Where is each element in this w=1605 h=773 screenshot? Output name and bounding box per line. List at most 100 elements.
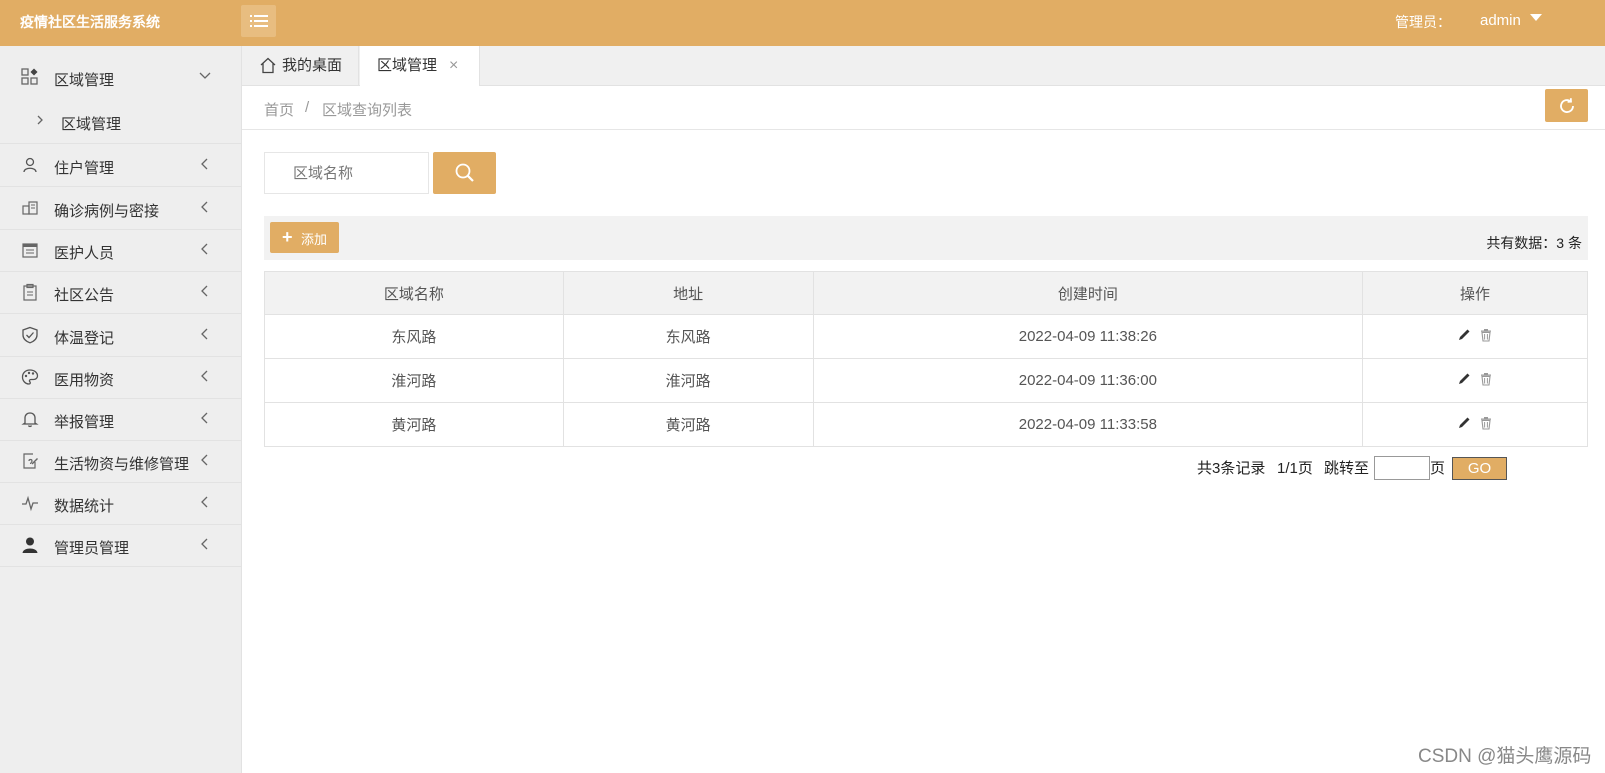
chevron-left-icon	[201, 243, 208, 255]
sidebar-item-label: 确诊病例与密接	[54, 203, 160, 220]
breadcrumb-home[interactable]: 首页	[264, 99, 294, 120]
sidebar-item-label: 数据统计	[54, 498, 115, 515]
column-header: 地址	[562, 271, 814, 315]
cell-address: 东风路	[562, 314, 814, 359]
sidebar-item-label: 医护人员	[54, 245, 115, 262]
tab-label: 区域管理	[377, 57, 438, 74]
chevron-left-icon	[201, 538, 208, 550]
sidebar-item-temperature[interactable]: 体温登记	[0, 314, 242, 357]
area-name-search-input[interactable]	[264, 152, 429, 194]
person-icon	[20, 535, 40, 555]
table-row: 东风路 东风路 2022-04-09 11:38:26	[264, 314, 1588, 359]
pager-records: 共3条记录	[1197, 460, 1266, 477]
edit-doc-icon	[20, 451, 40, 471]
sidebar-item-label: 住户管理	[54, 160, 115, 177]
edit-icon[interactable]	[1458, 328, 1471, 341]
chevron-left-icon	[201, 454, 208, 466]
sidebar-item-label: 医用物资	[54, 372, 115, 389]
cell-actions	[1362, 402, 1588, 447]
area-table: 区域名称 地址 创建时间 操作 东风路 东风路 2022-04-09 11:38…	[264, 271, 1588, 447]
table-toolbar: + 添加 共有数据：3 条	[264, 216, 1588, 260]
tab-desktop[interactable]: 我的桌面	[242, 46, 359, 86]
table-row: 淮河路 淮河路 2022-04-09 11:36:00	[264, 358, 1588, 403]
page-jump-input[interactable]	[1374, 456, 1430, 480]
refresh-button[interactable]	[1545, 89, 1588, 122]
chevron-left-icon	[201, 328, 208, 340]
sidebar-item-admins[interactable]: 管理员管理	[0, 524, 242, 567]
sidebar-item-area[interactable]: 区域管理	[0, 56, 242, 100]
admin-user-menu[interactable]: admin	[1480, 12, 1521, 29]
breadcrumb-separator: /	[305, 99, 310, 116]
sidebar-item-medical-staff[interactable]: 医护人员	[0, 229, 242, 272]
pulse-icon	[20, 493, 40, 513]
tab-label: 我的桌面	[282, 57, 343, 74]
trash-icon[interactable]	[1479, 372, 1493, 386]
add-button-label: 添加	[301, 232, 328, 247]
chevron-left-icon	[201, 370, 208, 382]
edit-icon[interactable]	[1458, 372, 1471, 385]
shield-icon	[20, 325, 40, 345]
admin-label: 管理员：	[1395, 14, 1451, 30]
cell-area-name: 东风路	[264, 314, 564, 359]
top-header: 疫情社区生活服务系统 管理员： admin	[0, 0, 1605, 46]
sidebar-item-label: 区域管理	[54, 72, 115, 89]
cell-actions	[1362, 314, 1588, 359]
palette-icon	[20, 367, 40, 387]
tab-bar: 我的桌面 区域管理 ×	[242, 46, 1605, 87]
cell-address: 黄河路	[562, 402, 814, 447]
sidebar-item-residents[interactable]: 住户管理	[0, 144, 242, 187]
sidebar-subitem-label: 区域管理	[61, 116, 122, 133]
plus-icon: +	[282, 227, 293, 247]
bell-icon	[20, 409, 40, 429]
sidebar: 区域管理 区域管理 住户管理 确诊病例与密接 医护人员 社区公告 体温登记 医用…	[0, 46, 242, 773]
cell-created-time: 2022-04-09 11:36:00	[812, 358, 1364, 403]
app-title: 疫情社区生活服务系统	[20, 14, 160, 30]
chevron-left-icon	[201, 496, 208, 508]
menu-icon	[249, 15, 268, 27]
sidebar-item-notices[interactable]: 社区公告	[0, 271, 242, 314]
chevron-right-icon	[37, 115, 43, 125]
sidebar-item-medical-supplies[interactable]: 医用物资	[0, 356, 242, 399]
sidebar-item-statistics[interactable]: 数据统计	[0, 482, 242, 525]
menu-toggle-button[interactable]	[241, 5, 276, 37]
breadcrumb-current: 区域查询列表	[322, 102, 413, 119]
sidebar-item-label: 生活物资与维修管理	[54, 456, 190, 473]
search-icon	[455, 163, 474, 182]
cell-actions	[1362, 358, 1588, 403]
go-button[interactable]: GO	[1452, 457, 1507, 480]
cell-created-time: 2022-04-09 11:38:26	[812, 314, 1364, 359]
sidebar-item-living-supplies[interactable]: 生活物资与维修管理	[0, 440, 242, 483]
sidebar-item-cases[interactable]: 确诊病例与密接	[0, 187, 242, 230]
pager-pages: 1/1页	[1277, 460, 1313, 477]
chevron-left-icon	[201, 285, 208, 297]
edit-icon[interactable]	[1458, 416, 1471, 429]
tab-area-management[interactable]: 区域管理 ×	[360, 46, 480, 87]
column-header: 操作	[1362, 271, 1588, 315]
trash-icon[interactable]	[1479, 328, 1493, 342]
pager-page-unit: 页	[1430, 460, 1446, 477]
home-icon	[260, 57, 276, 74]
refresh-icon	[1559, 97, 1574, 113]
total-count: 共有数据：3 条	[1486, 235, 1582, 251]
cases-icon	[20, 198, 40, 218]
sidebar-item-label: 管理员管理	[54, 540, 130, 557]
pager-jump-label: 跳转至	[1324, 460, 1370, 477]
cell-area-name: 黄河路	[264, 402, 564, 447]
grid-icon	[20, 67, 40, 87]
add-button[interactable]: + 添加	[270, 222, 339, 253]
clipboard-icon	[20, 282, 40, 302]
cell-area-name: 淮河路	[264, 358, 564, 403]
chevron-left-icon	[201, 201, 208, 213]
column-header: 区域名称	[264, 271, 564, 315]
caret-down-icon[interactable]	[1530, 14, 1542, 21]
close-icon[interactable]: ×	[449, 46, 458, 86]
search-button[interactable]	[433, 152, 496, 194]
cell-address: 淮河路	[562, 358, 814, 403]
sidebar-subitem-area[interactable]: 区域管理	[0, 100, 242, 144]
column-header: 创建时间	[812, 271, 1364, 315]
sidebar-item-reports[interactable]: 举报管理	[0, 398, 242, 441]
chevron-left-icon	[201, 412, 208, 424]
cell-created-time: 2022-04-09 11:33:58	[812, 402, 1364, 447]
table-header-row: 区域名称 地址 创建时间 操作	[264, 271, 1588, 315]
trash-icon[interactable]	[1479, 416, 1493, 430]
